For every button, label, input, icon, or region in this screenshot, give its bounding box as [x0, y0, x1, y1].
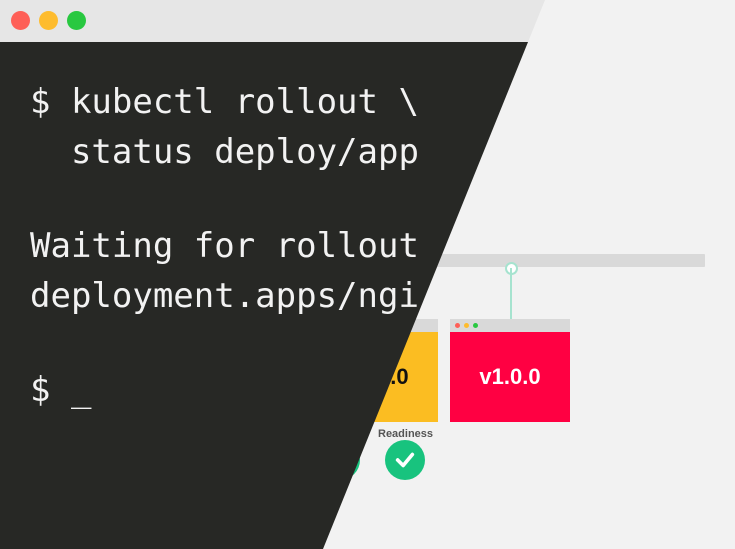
- terminal-line: $ kubectl rollout \: [30, 82, 419, 122]
- readiness-label: Readiness: [378, 428, 434, 440]
- terminal-line: deployment.apps/ngi: [30, 276, 419, 316]
- terminal-line: status deploy/app: [30, 132, 419, 172]
- pod-version-label: v1.0.0: [450, 332, 570, 422]
- connector-line: [510, 268, 512, 320]
- pod-close-dot: [455, 323, 460, 328]
- check-icon: [385, 440, 425, 480]
- pod-titlebar: [450, 319, 570, 332]
- close-button[interactable]: [11, 11, 30, 30]
- terminal-prompt: $ _: [30, 370, 92, 410]
- pod-red: v1.0.0: [450, 319, 570, 422]
- pod-minimize-dot: [464, 323, 469, 328]
- terminal-line: Waiting for rollout: [30, 226, 419, 266]
- pod-maximize-dot: [473, 323, 478, 328]
- minimize-button[interactable]: [39, 11, 58, 30]
- maximize-button[interactable]: [67, 11, 86, 30]
